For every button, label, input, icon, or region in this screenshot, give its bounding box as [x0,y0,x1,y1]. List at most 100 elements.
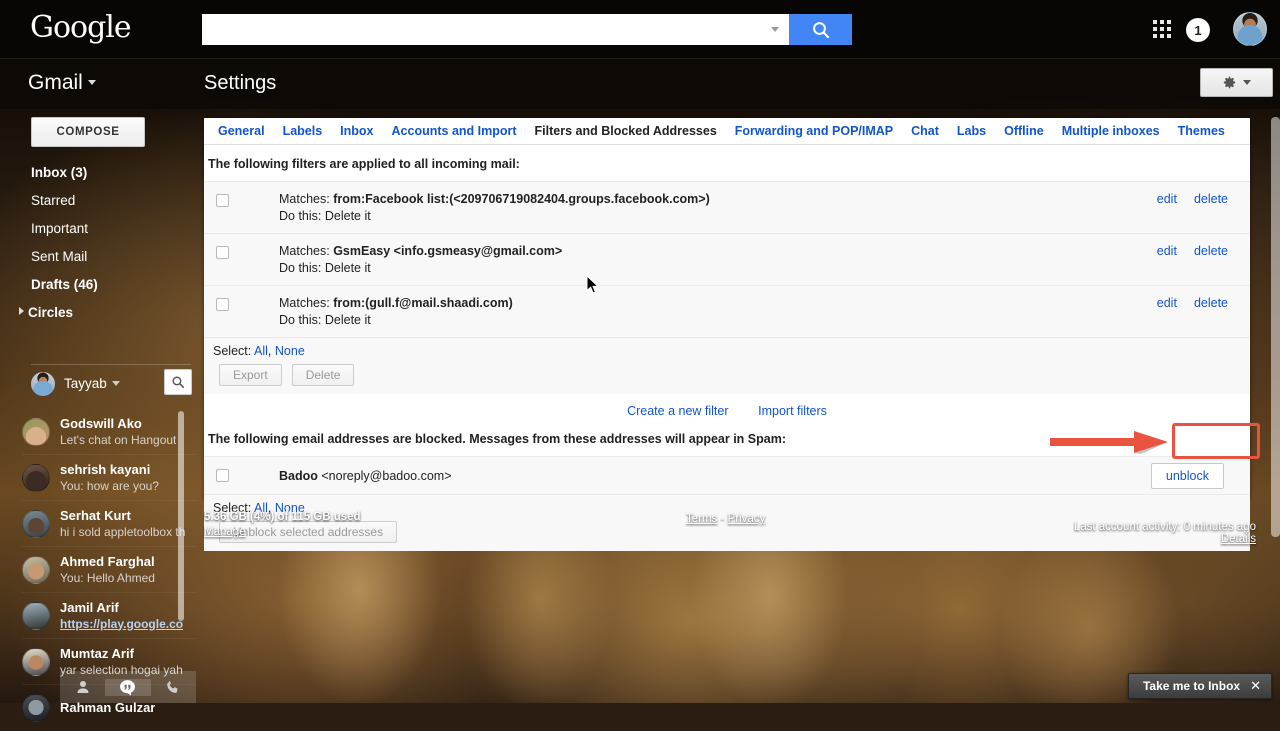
table-row: Matches: GsmEasy <info.gsmeasy@gmail.com… [204,233,1250,285]
filter-checkbox[interactable] [216,194,229,207]
sidebar-item-circles[interactable]: Circles [19,299,191,327]
contacts-scrollbar[interactable] [178,411,184,621]
search-options-dropdown[interactable] [761,14,789,45]
avatar [22,601,50,630]
edit-filter-link[interactable]: edit [1157,244,1177,258]
sidebar-item-sent-mail[interactable]: Sent Mail [31,243,191,271]
filter-matches-value: from:(gull.f@mail.shaadi.com) [333,296,513,310]
hangouts-search-button[interactable] [164,369,192,395]
gmail-label: Gmail [28,71,83,94]
sidebar-item-starred[interactable]: Starred [31,187,191,215]
tab-offline[interactable]: Offline [995,118,1053,144]
export-button[interactable]: Export [219,364,282,386]
list-item[interactable]: Jamil Arif https://play.google.co [22,593,196,639]
filter-checkbox[interactable] [216,298,229,311]
apps-grid-icon[interactable] [1153,20,1173,40]
filters-heading: The following filters are applied to all… [208,157,520,171]
filter-match-line: Matches: GsmEasy <info.gsmeasy@gmail.com… [279,243,1157,260]
chevron-down-icon [1243,80,1251,85]
tab-general[interactable]: General [209,118,274,144]
google-top-bar: Google 1 [0,0,1280,59]
sidebar-item-drafts[interactable]: Drafts (46) [31,271,191,299]
hangouts-username: Tayyab [64,376,107,391]
settings-tabs: General Labels Inbox Accounts and Import… [204,118,1250,145]
tab-labs[interactable]: Labs [948,118,995,144]
search-icon [812,21,829,38]
tab-inbox[interactable]: Inbox [331,118,382,144]
tab-filters-and-blocked-addresses[interactable]: Filters and Blocked Addresses [526,118,726,144]
blocked-address-checkbox[interactable] [216,469,229,482]
contact-name: Mumtaz Arif [60,645,134,661]
sidebar-item-label: Sent Mail [31,249,88,264]
list-item[interactable]: Serhat Kurt hi i sold appletoolbox th [22,501,196,547]
filter-matches-label: Matches: [279,244,330,258]
page-title: Settings [204,72,277,94]
hangouts-tab-calls[interactable] [151,679,196,695]
filter-action-label: Do this: [279,261,322,275]
edit-filter-link[interactable]: edit [1157,296,1177,310]
hangouts-tab-bar [60,671,196,703]
list-item[interactable]: Godswill Ako Let's chat on Hangout [22,409,196,455]
contact-snippet: You: how are you? [60,478,159,493]
tab-accounts-and-import[interactable]: Accounts and Import [383,118,526,144]
delete-filter-link[interactable]: delete [1194,192,1228,206]
settings-gear-button[interactable] [1200,68,1273,97]
unblock-button[interactable]: unblock [1150,462,1224,489]
delete-filter-link[interactable]: delete [1194,244,1228,258]
filter-action-line: Do this: Delete it [279,260,1157,277]
tab-forwarding-and-pop-imap[interactable]: Forwarding and POP/IMAP [726,118,902,144]
avatar [22,694,50,722]
gmail-product-menu[interactable]: Gmail [28,71,96,95]
chevron-down-icon [87,80,96,85]
list-item[interactable]: sehrish kayani You: how are you? [22,455,196,501]
gear-icon [1223,76,1236,89]
manage-storage-link[interactable]: Manage [204,526,246,538]
select-none-filters-link[interactable]: None [275,344,305,358]
close-icon[interactable]: ✕ [1250,678,1261,694]
sidebar-item-important[interactable]: Important [31,215,191,243]
storage-quota-text: 5.36 GB (4%) of 115 GB used [204,511,361,523]
import-filters-link[interactable]: Import filters [758,404,827,418]
create-new-filter-link[interactable]: Create a new filter [627,404,728,418]
delete-button[interactable]: Delete [291,364,355,386]
hangouts-tab-conversations[interactable] [105,678,151,696]
filters-select-bar: Select: All, None Export Delete [204,337,1250,394]
filter-action-label: Do this: [279,313,322,327]
notification-count-badge[interactable]: 1 [1186,18,1210,42]
contact-name: sehrish kayani [60,461,151,477]
hangouts-tab-contacts[interactable] [60,679,105,695]
avatar[interactable] [1233,12,1267,46]
table-row: Matches: from:(gull.f@mail.shaadi.com) D… [204,285,1250,337]
compose-button[interactable]: COMPOSE [31,117,145,147]
search-button[interactable] [789,14,852,45]
sidebar-item-label: Drafts (46) [31,277,98,292]
avatar [22,417,50,446]
search-bar [202,14,852,45]
filter-checkbox[interactable] [216,246,229,259]
tab-multiple-inboxes[interactable]: Multiple inboxes [1053,118,1169,144]
delete-filter-link[interactable]: delete [1194,296,1228,310]
account-activity-details-link[interactable]: Details [1074,533,1256,545]
select-all-filters-link[interactable]: All [254,344,268,358]
tab-labels[interactable]: Labels [274,118,332,144]
filter-match-line: Matches: from:Facebook list:(<2097067190… [279,191,1157,208]
contact-snippet-link[interactable]: https://play.google.co [60,617,183,631]
list-item[interactable]: Ahmed Farghal You: Hello Ahmed [22,547,196,593]
avatar [22,463,50,492]
search-input[interactable] [202,14,761,45]
terms-link[interactable]: Terms [686,513,717,525]
filter-action-value: Delete it [324,209,371,223]
tab-chat[interactable]: Chat [902,118,948,144]
chevron-down-icon [771,27,779,32]
take-me-to-inbox-toast[interactable]: Take me to Inbox ✕ [1127,673,1272,699]
privacy-link[interactable]: Privacy [728,513,766,525]
tab-themes[interactable]: Themes [1169,118,1234,144]
sidebar-item-inbox[interactable]: Inbox (3) [31,159,191,187]
sidebar-item-label: Important [31,221,89,236]
avatar [22,509,50,538]
sidebar-item-label: Circles [28,305,74,320]
blocked-sender-name: Badoo [279,468,318,483]
edit-filter-link[interactable]: edit [1157,192,1177,206]
page-scrollbar[interactable] [1271,117,1280,537]
google-logo[interactable]: Google [30,10,132,45]
